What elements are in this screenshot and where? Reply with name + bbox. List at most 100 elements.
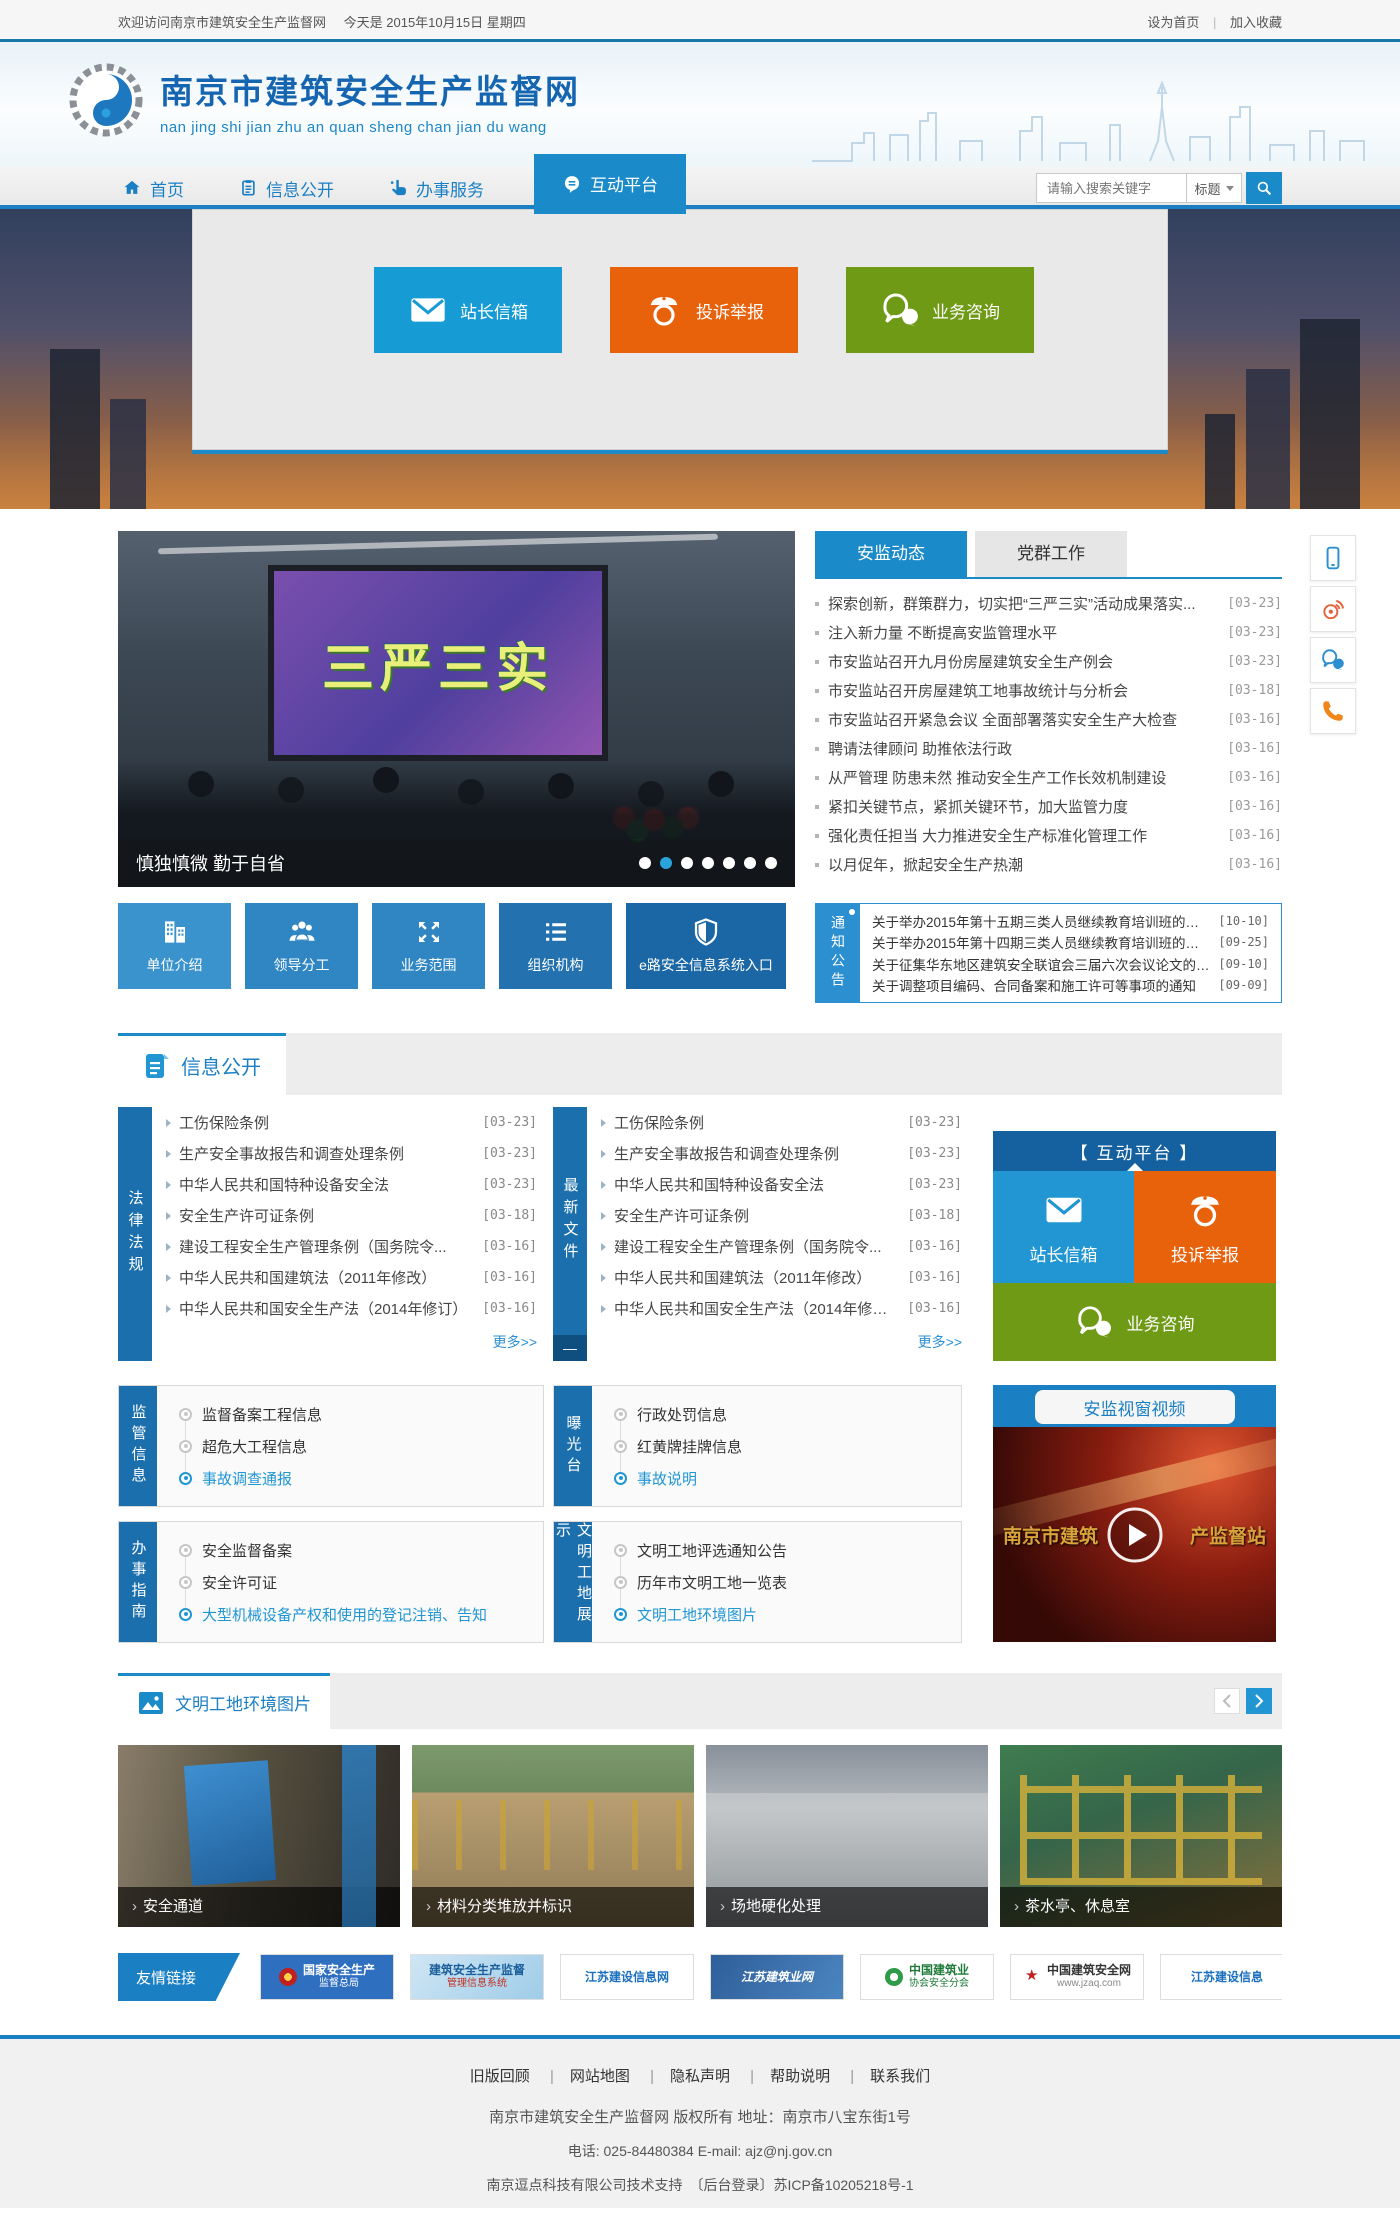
consult-tile[interactable]: 业务咨询 [993, 1283, 1276, 1361]
photo-slider[interactable]: 三严三实 慎独慎微 勤于自省 [118, 531, 795, 887]
box-link[interactable]: 文明工地评选通知公告 [614, 1540, 961, 1561]
law-title[interactable]: 工伤保险条例 [179, 1112, 474, 1133]
box-link[interactable]: 安全监督备案 [179, 1540, 543, 1561]
box-link-active[interactable]: 文明工地环境图片 [614, 1604, 961, 1625]
gallery-next-button[interactable] [1246, 1688, 1272, 1714]
box-link[interactable]: 超危大工程信息 [179, 1436, 543, 1457]
info-section-tab[interactable]: 信息公开 [118, 1033, 286, 1095]
gallery-photo[interactable]: 安全通道 [118, 1745, 400, 1927]
news-item[interactable]: 市安监站召开紧急会议 全面部署落实安全生产大检查[03-16] [815, 705, 1282, 734]
news-item[interactable]: 市安监站召开九月份房屋建筑安全生产例会[03-23] [815, 647, 1282, 676]
complaint-tile[interactable]: 投诉举报 [1134, 1171, 1276, 1283]
more-link[interactable]: 更多>> [601, 1332, 962, 1352]
notice-title[interactable]: 关于调整项目编码、合同备案和施工许可等事项的通知 [872, 975, 1210, 995]
mobile-site-button[interactable] [1310, 535, 1356, 581]
notice-item[interactable]: 关于举办2015年第十五期三类人员继续教育培训班的通知[10-10] [872, 911, 1269, 931]
news-item[interactable]: 市安监站召开房屋建筑工地事故统计与分析会[03-18] [815, 676, 1282, 705]
news-item[interactable]: 以月促年，掀起安全生产热潮[03-16] [815, 850, 1282, 879]
nav-item-interact[interactable]: 互动平台 [534, 154, 686, 214]
file-title[interactable]: 安全生产许可证条例 [614, 1205, 899, 1226]
box-link[interactable]: 历年市文明工地一览表 [614, 1572, 961, 1593]
link-banner[interactable]: 国家安全生产监督总局 [260, 1954, 394, 2000]
tile-unit-intro[interactable]: 单位介绍 [118, 903, 231, 989]
slider-dot[interactable] [765, 857, 777, 869]
law-title[interactable]: 建设工程安全生产管理条例（国务院令... [179, 1236, 474, 1257]
footer-link-privacy[interactable]: 隐私声明 [634, 2068, 730, 2085]
file-item[interactable]: 中华人民共和国安全生产法（2014年修订）[03-16] [601, 1293, 962, 1324]
box-link[interactable]: 红黄牌挂牌信息 [614, 1436, 961, 1457]
gallery-section-tab[interactable]: 文明工地环境图片 [118, 1673, 330, 1729]
notice-title[interactable]: 关于举办2015年第十五期三类人员继续教育培训班的通知 [872, 911, 1210, 931]
mailbox-tile[interactable]: 站长信箱 [993, 1171, 1134, 1283]
news-title[interactable]: 探索创新，群策群力，切实把“三严三实”活动成果落实... [828, 593, 1217, 614]
news-item[interactable]: 强化责任担当 大力推进安全生产标准化管理工作[03-16] [815, 821, 1282, 850]
video-thumbnail[interactable]: 南京市建筑 产监督站 [993, 1427, 1276, 1642]
slider-dot[interactable] [723, 857, 735, 869]
news-title[interactable]: 市安监站召开房屋建筑工地事故统计与分析会 [828, 680, 1217, 701]
gallery-photo[interactable]: 茶水亭、休息室 [1000, 1745, 1282, 1927]
collapse-toggle[interactable]: — [553, 1335, 587, 1361]
link-banner[interactable]: 江苏建设信息网 [560, 1954, 694, 2000]
link-banner[interactable]: 建筑安全生产监督管理信息系统 [410, 1954, 544, 2000]
tile-business-scope[interactable]: 业务范围 [372, 903, 485, 989]
box-link[interactable]: 安全许可证 [179, 1572, 543, 1593]
file-title[interactable]: 中华人民共和国安全生产法（2014年修订） [614, 1298, 899, 1319]
file-item[interactable]: 中华人民共和国建筑法（2011年修改）[03-16] [601, 1262, 962, 1293]
box-link-active[interactable]: 大型机械设备产权和使用的登记注销、告知 [179, 1604, 543, 1625]
news-title[interactable]: 注入新力量 不断提高安监管理水平 [828, 622, 1217, 643]
slider-dot[interactable] [744, 857, 756, 869]
site-logo[interactable]: 南京市建筑安全生产监督网 nan jing shi jian zhu an qu… [66, 60, 580, 140]
slider-dot[interactable] [639, 857, 651, 869]
link-banner[interactable]: 江苏建设信息 [1160, 1954, 1282, 2000]
notice-item[interactable]: 关于举办2015年第十四期三类人员继续教育培训班的通知[09-25] [872, 932, 1269, 952]
file-title[interactable]: 生产安全事故报告和调查处理条例 [614, 1143, 899, 1164]
news-title[interactable]: 市安监站召开紧急会议 全面部署落实安全生产大检查 [828, 709, 1217, 730]
law-title[interactable]: 安全生产许可证条例 [179, 1205, 474, 1226]
tab-safety-news[interactable]: 安监动态 [815, 531, 967, 577]
online-chat-button[interactable] [1310, 637, 1356, 683]
law-title[interactable]: 中华人民共和国特种设备安全法 [179, 1174, 474, 1195]
tile-esafety-system[interactable]: e路安全信息系统入口 [626, 903, 786, 989]
law-item[interactable]: 中华人民共和国特种设备安全法[03-23] [166, 1169, 537, 1200]
more-link[interactable]: 更多>> [166, 1332, 537, 1352]
file-title[interactable]: 工伤保险条例 [614, 1112, 899, 1133]
slide-caption[interactable]: 慎独慎微 勤于自省 [136, 850, 285, 876]
file-item[interactable]: 建设工程安全生产管理条例（国务院令...[03-16] [601, 1231, 962, 1262]
footer-link-contact[interactable]: 联系我们 [834, 2068, 930, 2085]
file-item[interactable]: 安全生产许可证条例[03-18] [601, 1200, 962, 1231]
slider-dot[interactable] [702, 857, 714, 869]
webmaster-mailbox-button[interactable]: 站长信箱 [374, 267, 562, 353]
box-link[interactable]: 行政处罚信息 [614, 1404, 961, 1425]
slider-dot[interactable] [681, 857, 693, 869]
news-item[interactable]: 聘请法律顾问 助推依法行政[03-16] [815, 734, 1282, 763]
tile-organization[interactable]: 组织机构 [499, 903, 612, 989]
link-banner[interactable]: 江苏建筑业网 [710, 1954, 844, 2000]
notice-item[interactable]: 关于调整项目编码、合同备案和施工许可等事项的通知[09-09] [872, 975, 1269, 995]
law-title[interactable]: 中华人民共和国建筑法（2011年修改） [179, 1267, 474, 1288]
gallery-photo[interactable]: 材料分类堆放并标识 [412, 1745, 694, 1927]
law-title[interactable]: 生产安全事故报告和调查处理条例 [179, 1143, 474, 1164]
news-title[interactable]: 聘请法律顾问 助推依法行政 [828, 738, 1217, 759]
law-item[interactable]: 工伤保险条例[03-23] [166, 1107, 537, 1138]
news-title[interactable]: 强化责任担当 大力推进安全生产标准化管理工作 [828, 825, 1217, 846]
phone-button[interactable] [1310, 688, 1356, 734]
news-item[interactable]: 从严管理 防患未然 推动安全生产工作长效机制建设[03-16] [815, 763, 1282, 792]
box-link-active[interactable]: 事故说明 [614, 1468, 961, 1489]
footer-link-old-version[interactable]: 旧版回顾 [470, 2068, 530, 2085]
box-link[interactable]: 监督备案工程信息 [179, 1404, 543, 1425]
file-title[interactable]: 中华人民共和国特种设备安全法 [614, 1174, 899, 1195]
footer-link-sitemap[interactable]: 网站地图 [534, 2068, 630, 2085]
business-consult-button[interactable]: 业务咨询 [846, 267, 1034, 353]
news-item[interactable]: 紧扣关键节点，紧抓关键环节，加大监管力度[03-16] [815, 792, 1282, 821]
file-item[interactable]: 中华人民共和国特种设备安全法[03-23] [601, 1169, 962, 1200]
news-title[interactable]: 市安监站召开九月份房屋建筑安全生产例会 [828, 651, 1217, 672]
nav-item-home[interactable]: 首页 [118, 167, 188, 209]
news-item[interactable]: 注入新力量 不断提高安监管理水平[03-23] [815, 618, 1282, 647]
nav-item-info[interactable]: 信息公开 [234, 167, 338, 209]
law-item[interactable]: 安全生产许可证条例[03-18] [166, 1200, 537, 1231]
gallery-photo[interactable]: 场地硬化处理 [706, 1745, 988, 1927]
footer-link-help[interactable]: 帮助说明 [734, 2068, 830, 2085]
law-item[interactable]: 中华人民共和国建筑法（2011年修改）[03-16] [166, 1262, 537, 1293]
law-item[interactable]: 建设工程安全生产管理条例（国务院令...[03-16] [166, 1231, 537, 1262]
news-title[interactable]: 从严管理 防患未然 推动安全生产工作长效机制建设 [828, 767, 1217, 788]
